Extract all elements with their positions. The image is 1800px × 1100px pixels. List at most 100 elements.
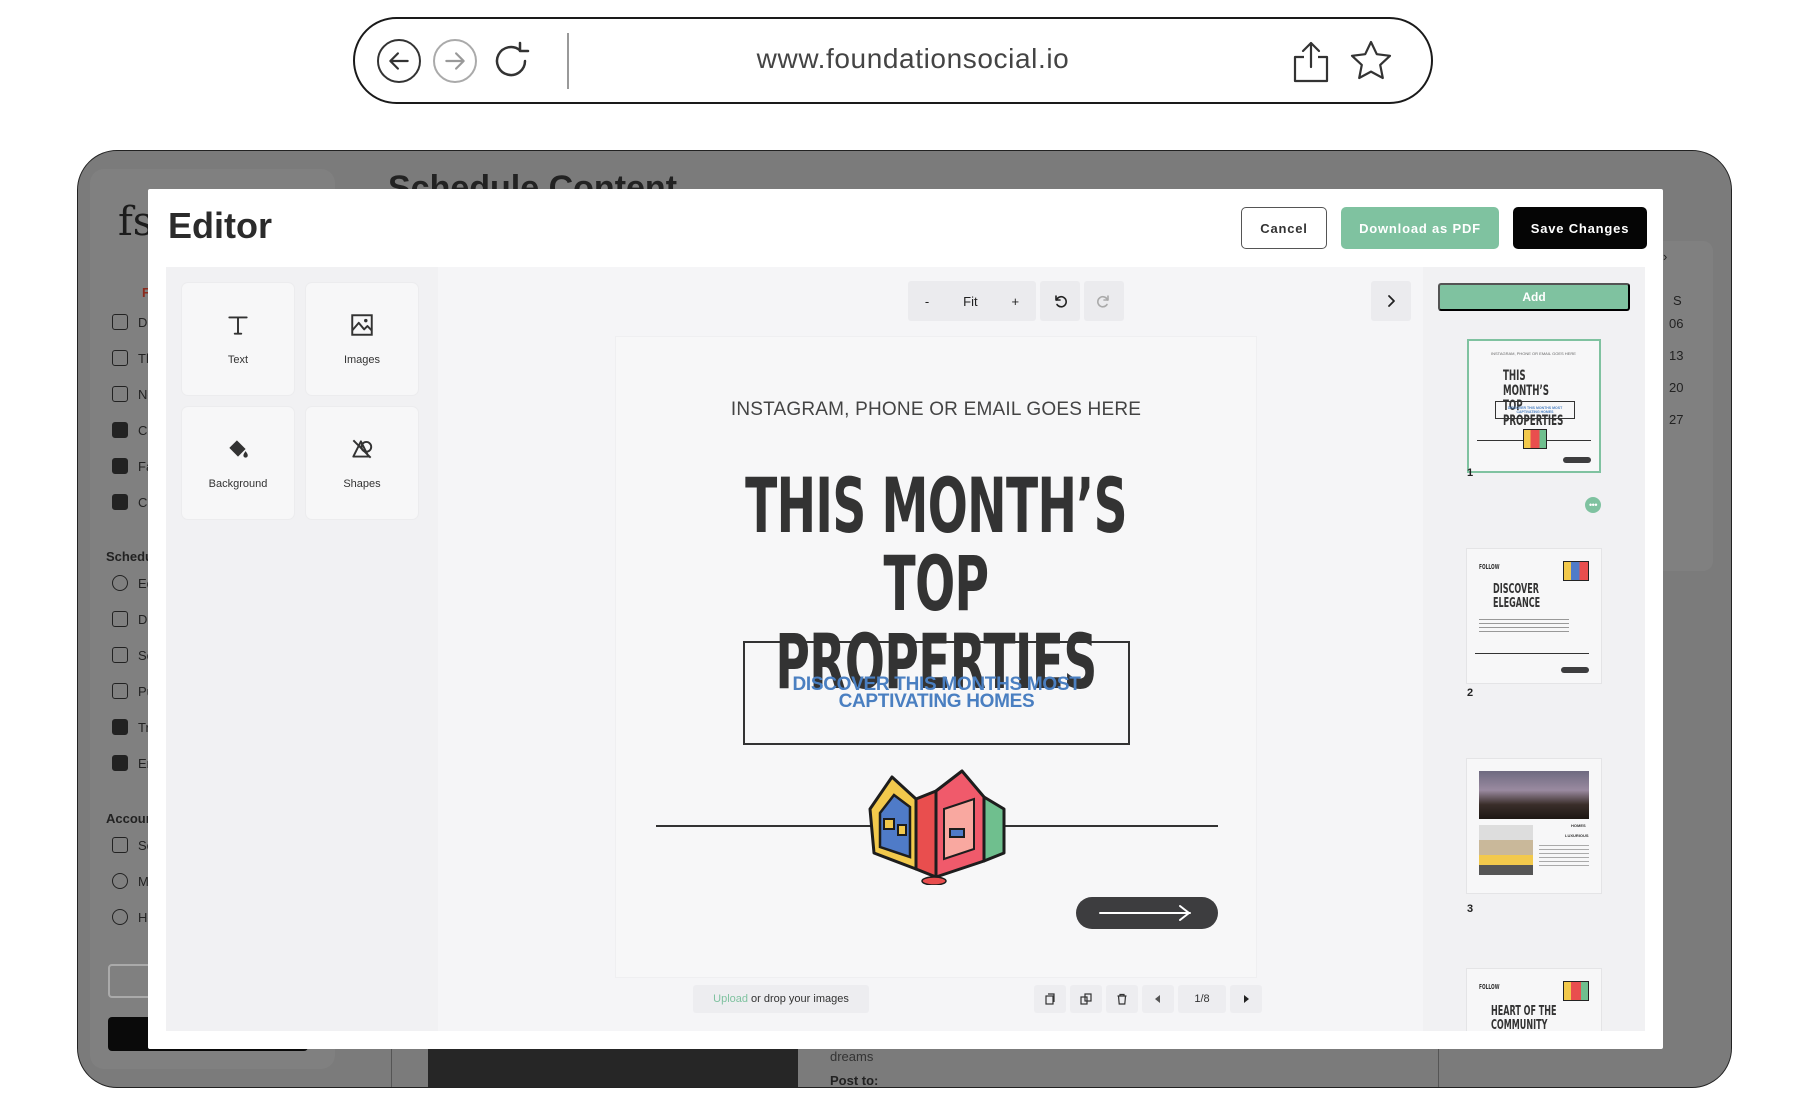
thumb-caption: HOMES xyxy=(1571,823,1586,828)
tool-label: Background xyxy=(208,478,268,490)
thumb-house-icon xyxy=(1523,429,1547,449)
tools-panel: Text Images Background Shapes xyxy=(166,267,438,1031)
house-illustration-icon[interactable] xyxy=(866,769,1008,885)
url-text[interactable]: www.foundationsocial.io xyxy=(615,43,1211,75)
page-number-1: 1 xyxy=(1467,467,1474,479)
warning-icon xyxy=(112,755,128,771)
thumb-box: DISCOVER THIS MONTHS MOST CAPTIVATING HO… xyxy=(1495,401,1575,419)
image-icon xyxy=(351,314,373,336)
page-number-2: 2 xyxy=(1467,687,1474,699)
copy-page-button[interactable] xyxy=(1070,985,1102,1013)
add-page-button[interactable]: Add xyxy=(1438,283,1630,311)
trash-icon xyxy=(1117,993,1127,1005)
calendar-day[interactable]: 27 xyxy=(1669,412,1683,427)
page-thumbnail-3[interactable]: HOMES LUXURIOUS xyxy=(1467,759,1601,893)
canvas-area: - Fit + INSTAGRAM, PHONE OR EMAIL GOES H… xyxy=(438,267,1423,1031)
upload-dropzone[interactable]: Upload or drop your images xyxy=(693,985,869,1013)
zoom-out-button[interactable]: - xyxy=(925,294,929,309)
address-bar-divider xyxy=(567,33,569,89)
thumb-headline-line1: DISCOVER xyxy=(1493,582,1539,597)
calendar-day[interactable]: 13 xyxy=(1669,348,1683,363)
thumb-headline: HEART OF THE COMMUNITY xyxy=(1491,1004,1557,1032)
calendar-icon xyxy=(112,350,128,366)
tool-shapes[interactable]: Shapes xyxy=(306,407,418,519)
slide-contact-text[interactable]: INSTAGRAM, PHONE OR EMAIL GOES HERE xyxy=(616,399,1256,421)
cancel-button[interactable]: Cancel xyxy=(1241,207,1327,249)
delete-page-button[interactable] xyxy=(1106,985,1138,1013)
page-options-icon[interactable]: ••• xyxy=(1585,497,1601,513)
calendar-next-icon[interactable]: › xyxy=(1663,249,1667,264)
page-thumbnail-2[interactable]: FOLLOW DISCOVER ELEGANCE xyxy=(1467,549,1601,683)
page-number-3: 3 xyxy=(1467,903,1474,915)
clock-icon xyxy=(112,575,128,591)
back-button[interactable] xyxy=(377,39,421,83)
forward-button[interactable] xyxy=(433,39,477,83)
pages-panel: Add INSTAGRAM, PHONE OR EMAIL GOES HERE … xyxy=(1423,267,1645,1031)
folder-icon xyxy=(112,422,128,438)
tool-text[interactable]: Text xyxy=(182,283,294,395)
thumb-caption: LUXURIOUS xyxy=(1565,833,1589,838)
slide-subheading-line2: CAPTIVATING HOMES xyxy=(838,691,1035,712)
collapse-panel-button[interactable] xyxy=(1371,281,1411,321)
undo-icon xyxy=(1055,295,1067,308)
copy-icon xyxy=(1080,993,1092,1005)
caret-right-icon xyxy=(1244,995,1249,1003)
arrow-right-icon xyxy=(1099,905,1191,921)
calendar-icon xyxy=(112,386,128,402)
thumb-headline-line1: HEART OF THE xyxy=(1491,1004,1557,1019)
background-post-to-label: Post to: xyxy=(830,1073,879,1088)
page-indicator: 1/8 xyxy=(1178,985,1226,1013)
tool-background[interactable]: Background xyxy=(182,407,294,519)
device-frame: fs Fre Das This Nex Cor Fav Cre Scheduli… xyxy=(77,150,1732,1088)
thumb-headline-line2: COMMUNITY xyxy=(1491,1018,1548,1032)
thumb-house-icon xyxy=(1563,561,1589,581)
page-thumbnail-4[interactable]: FOLLOW HEART OF THE COMMUNITY xyxy=(1467,969,1601,1031)
page-thumbnail-1[interactable]: INSTAGRAM, PHONE OR EMAIL GOES HERE THIS… xyxy=(1467,339,1601,473)
duplicate-page-button[interactable] xyxy=(1034,985,1066,1013)
thumb-house-photo xyxy=(1479,771,1589,819)
paint-bucket-icon xyxy=(229,440,248,458)
previous-page-button[interactable] xyxy=(1142,985,1174,1013)
editor-modal: Editor Cancel Download as PDF Save Chang… xyxy=(148,189,1663,1049)
next-page-button[interactable] xyxy=(1230,985,1262,1013)
redo-button[interactable] xyxy=(1084,281,1124,321)
help-icon xyxy=(112,909,128,925)
upload-link[interactable]: Upload xyxy=(713,993,748,1005)
share-icon[interactable] xyxy=(1291,39,1331,83)
calendar-day[interactable]: 20 xyxy=(1669,380,1683,395)
plus-square-icon xyxy=(112,494,128,510)
arrow-right-icon xyxy=(445,52,465,70)
calendar-icon xyxy=(112,647,128,663)
reload-icon[interactable] xyxy=(487,37,535,85)
thumb-headline-line1: THIS MONTH’S xyxy=(1503,368,1550,399)
zoom-level[interactable]: Fit xyxy=(963,294,977,309)
thumb-headline: DISCOVER ELEGANCE xyxy=(1493,583,1540,611)
bookmark-star-icon[interactable] xyxy=(1349,39,1393,83)
editor-title: Editor xyxy=(168,205,272,246)
slide-headline-line1: THIS MONTH’S xyxy=(745,461,1127,550)
thumb-headline-line2: ELEGANCE xyxy=(1493,596,1541,611)
zoom-in-button[interactable]: + xyxy=(1011,294,1019,309)
thumb-box-text: DISCOVER THIS MONTHS MOST CAPTIVATING HO… xyxy=(1507,406,1563,414)
tool-label: Images xyxy=(343,354,381,366)
thumb-arrow-pill xyxy=(1561,667,1589,673)
tool-images[interactable]: Images xyxy=(306,283,418,395)
slide-arrow-button[interactable] xyxy=(1076,897,1218,929)
thumb-kicker: FOLLOW xyxy=(1479,983,1500,991)
caret-left-icon xyxy=(1155,995,1160,1003)
grid-icon xyxy=(112,314,128,330)
slide-canvas[interactable]: INSTAGRAM, PHONE OR EMAIL GOES HERE THIS… xyxy=(616,337,1256,977)
slide-subheading-box[interactable]: DISCOVER THIS MONTHS MOST CAPTIVATING HO… xyxy=(743,641,1130,745)
thumb-kicker: FOLLOW xyxy=(1479,563,1500,571)
thumb-headline: THIS MONTH’S TOP PROPERTIES xyxy=(1503,369,1563,429)
tool-label: Shapes xyxy=(343,478,381,490)
shapes-icon xyxy=(352,439,373,459)
thumb-interior-photo xyxy=(1479,825,1533,875)
download-pdf-button[interactable]: Download as PDF xyxy=(1341,207,1499,249)
calendar-day[interactable]: 06 xyxy=(1669,316,1683,331)
background-post-preview xyxy=(428,1049,798,1087)
undo-button[interactable] xyxy=(1040,281,1080,321)
calendar-day-header: S xyxy=(1673,293,1682,308)
save-changes-button[interactable]: Save Changes xyxy=(1513,207,1647,249)
arrow-left-icon xyxy=(389,52,409,70)
